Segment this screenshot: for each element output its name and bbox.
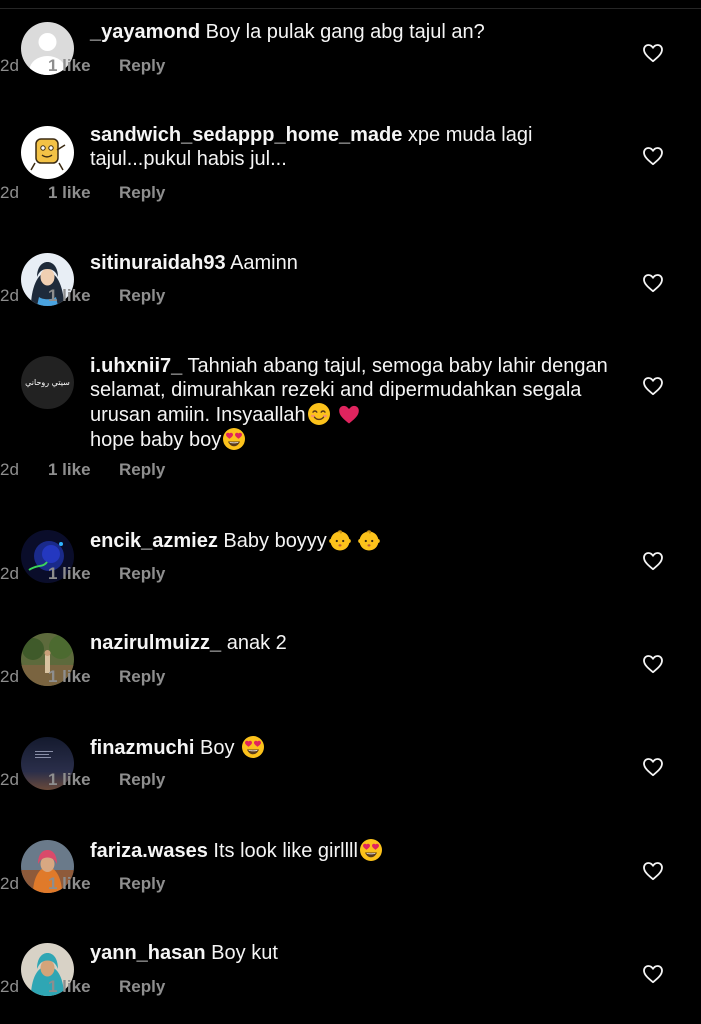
like-count[interactable]: 1 like bbox=[48, 564, 91, 584]
reply-button[interactable]: Reply bbox=[119, 183, 165, 203]
username[interactable]: sandwich_sedappp_home_made bbox=[90, 124, 402, 146]
avatar-text: سيتي روحاني bbox=[25, 378, 70, 387]
reply-button[interactable]: Reply bbox=[119, 286, 165, 306]
comment-message-line2: hope baby boy bbox=[90, 429, 222, 451]
username[interactable]: _yayamond bbox=[90, 21, 200, 43]
heart-outline-icon bbox=[643, 862, 663, 881]
comment-text: finazmuchi Boy bbox=[90, 735, 610, 760]
comment-age: 2d bbox=[0, 564, 19, 583]
like-button[interactable] bbox=[641, 756, 665, 778]
like-button[interactable] bbox=[641, 860, 665, 882]
reply-button[interactable]: Reply bbox=[119, 667, 165, 687]
heart-outline-icon bbox=[643, 274, 663, 293]
like-count[interactable]: 1 like bbox=[48, 286, 91, 306]
reply-button[interactable]: Reply bbox=[119, 564, 165, 584]
like-count[interactable]: 1 like bbox=[48, 460, 91, 480]
like-button[interactable] bbox=[641, 42, 665, 64]
heart-eyes-emoji bbox=[359, 839, 382, 861]
top-divider bbox=[0, 8, 701, 9]
reply-button[interactable]: Reply bbox=[119, 56, 165, 76]
like-button[interactable] bbox=[641, 145, 665, 167]
like-button[interactable] bbox=[641, 375, 665, 397]
like-button[interactable] bbox=[641, 963, 665, 985]
like-count[interactable]: 1 like bbox=[48, 770, 91, 790]
heart-outline-icon bbox=[643, 552, 663, 571]
smiling-face-emoji bbox=[306, 402, 331, 426]
comment-message: Boy kut bbox=[211, 942, 278, 964]
baby-emoji bbox=[328, 530, 352, 552]
username[interactable]: sitinuraidah93 bbox=[90, 252, 226, 274]
comment-age: 2d bbox=[0, 286, 19, 305]
comment-age: 2d bbox=[0, 977, 19, 996]
username[interactable]: i.uhxnii7_ bbox=[90, 355, 182, 377]
baby-emoji bbox=[357, 530, 381, 552]
comment-age: 2d bbox=[0, 874, 19, 893]
username[interactable]: encik_azmiez bbox=[90, 530, 218, 552]
reply-button[interactable]: Reply bbox=[119, 460, 165, 480]
heart-outline-icon bbox=[643, 44, 663, 63]
comment-text: sitinuraidah93 Aaminn bbox=[90, 251, 610, 275]
comment-age: 2d bbox=[0, 667, 19, 686]
username[interactable]: yann_hasan bbox=[90, 942, 206, 964]
comment-text: sandwich_sedappp_home_made xpe muda lagi… bbox=[90, 123, 610, 171]
comment-text: yann_hasan Boy kut bbox=[90, 941, 610, 965]
like-count[interactable]: 1 like bbox=[48, 977, 91, 997]
like-button[interactable] bbox=[641, 653, 665, 675]
comment-text: i.uhxnii7_ Tahniah abang tajul, semoga b… bbox=[90, 354, 610, 452]
reply-button[interactable]: Reply bbox=[119, 874, 165, 894]
comment-text: _yayamond Boy la pulak gang abg tajul an… bbox=[90, 20, 610, 44]
comment-age: 2d bbox=[0, 56, 19, 75]
comment-age: 2d bbox=[0, 460, 19, 479]
red-heart-emoji bbox=[339, 405, 360, 424]
heart-eyes-emoji bbox=[223, 428, 246, 450]
heart-eyes-emoji bbox=[242, 736, 265, 758]
comment-message: Boy la pulak gang abg tajul an? bbox=[205, 21, 485, 43]
heart-outline-icon bbox=[643, 655, 663, 674]
comment-text: encik_azmiez Baby boyyy bbox=[90, 528, 610, 553]
comment-message: anak 2 bbox=[226, 632, 287, 654]
sandwich-avatar-icon bbox=[21, 126, 74, 179]
like-count[interactable]: 1 like bbox=[48, 874, 91, 894]
username[interactable]: finazmuchi bbox=[90, 737, 194, 759]
heart-outline-icon bbox=[643, 758, 663, 777]
username[interactable]: nazirulmuizz_ bbox=[90, 632, 221, 654]
avatar[interactable]: سيتي روحاني bbox=[21, 356, 74, 409]
comment-message: Boy bbox=[200, 737, 235, 759]
comment-age: 2d bbox=[0, 183, 19, 202]
username[interactable]: fariza.wases bbox=[90, 840, 208, 862]
like-count[interactable]: 1 like bbox=[48, 56, 91, 76]
like-button[interactable] bbox=[641, 550, 665, 572]
like-button[interactable] bbox=[641, 272, 665, 294]
comment-message: Baby boyyy bbox=[223, 530, 327, 552]
like-count[interactable]: 1 like bbox=[48, 183, 91, 203]
avatar[interactable] bbox=[21, 126, 74, 179]
heart-outline-icon bbox=[643, 965, 663, 984]
reply-button[interactable]: Reply bbox=[119, 977, 165, 997]
comment-age: 2d bbox=[0, 770, 19, 789]
comment-message: Its look like girllll bbox=[213, 840, 358, 862]
comment-text: fariza.wases Its look like girllll bbox=[90, 838, 610, 863]
heart-outline-icon bbox=[643, 147, 663, 166]
heart-outline-icon bbox=[643, 377, 663, 396]
comment-message: Aaminn bbox=[230, 252, 298, 274]
comment-text: nazirulmuizz_ anak 2 bbox=[90, 631, 610, 655]
like-count[interactable]: 1 like bbox=[48, 667, 91, 687]
reply-button[interactable]: Reply bbox=[119, 770, 165, 790]
